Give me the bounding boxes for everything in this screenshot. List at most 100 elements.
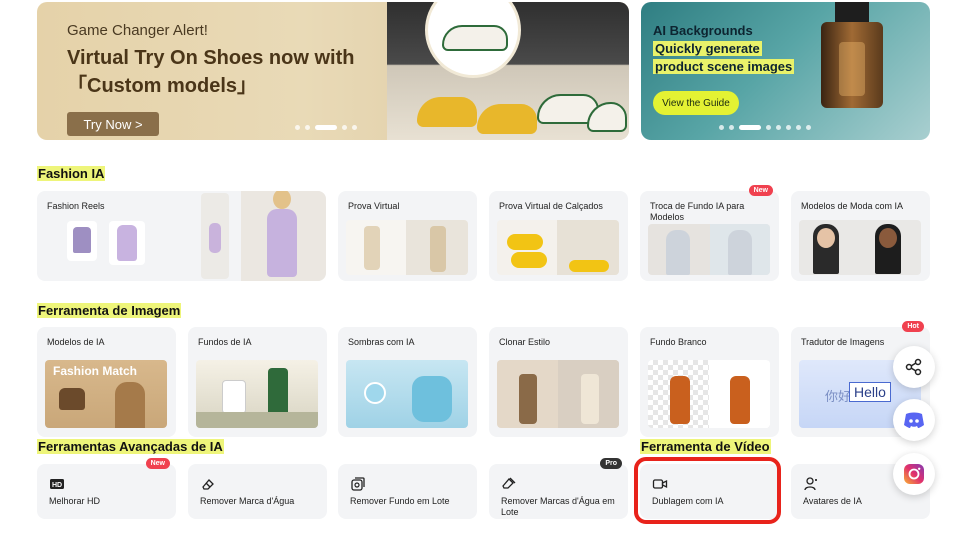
banner-virtual-try-on[interactable]: Game Changer Alert! Virtual Try On Shoes…: [37, 2, 629, 140]
carousel-dot-active[interactable]: [315, 125, 337, 130]
chinese-text: 你好: [825, 389, 852, 404]
carousel-dot[interactable]: [776, 125, 781, 130]
yellow-sneaker-image: [477, 104, 537, 134]
hot-badge: Hot: [902, 321, 924, 332]
carousel-dots[interactable]: [295, 125, 357, 130]
yellow-sneaker-image: [417, 97, 477, 127]
fashion-match-thumbnail: Fashion Match: [45, 360, 167, 428]
banner-side-line2: Quickly generate: [653, 41, 762, 56]
card-label: Clonar Estilo: [499, 337, 551, 347]
background-swap-thumbnail: [648, 224, 770, 275]
batch-cutout-icon: [351, 477, 365, 491]
dress-thumbnail: [67, 221, 97, 261]
banner-ai-backgrounds[interactable]: AI Backgrounds Quickly generate product …: [641, 2, 930, 140]
batch-eraser-icon: [502, 477, 516, 489]
carousel-dot[interactable]: [786, 125, 791, 130]
card-label: Fashion Reels: [47, 201, 105, 211]
card-fashion-reels[interactable]: Fashion Reels: [37, 191, 326, 281]
section-title-video-tools: Ferramenta de Vídeo: [640, 439, 771, 454]
card-label: Modelos de Moda com IA: [801, 201, 904, 211]
dress-thumbnail: [109, 221, 145, 265]
card-virtual-try-on[interactable]: Prova Virtual: [338, 191, 477, 281]
carousel-dot[interactable]: [806, 125, 811, 130]
card-label: Prova Virtual: [348, 201, 400, 211]
carousel-dot[interactable]: [729, 125, 734, 130]
section-title-advanced-tools: Ferramentas Avançadas de IA: [37, 439, 224, 454]
selection-highlight: [634, 457, 781, 524]
carousel-dot[interactable]: [342, 125, 347, 130]
page: Game Changer Alert! Virtual Try On Shoes…: [0, 0, 960, 536]
carousel-dot[interactable]: [796, 125, 801, 130]
carousel-dot-active[interactable]: [739, 125, 761, 130]
tool-batch-remove-watermarks[interactable]: Pro Remover Marcas d'Água em Lote: [489, 458, 628, 519]
banner-side-line1: AI Backgrounds: [653, 23, 753, 38]
tool-batch-remove-background[interactable]: Remover Fundo em Lote: [338, 464, 477, 519]
section-title-image-tools: Ferramenta de Imagem: [37, 303, 182, 318]
card-shoes-try-on[interactable]: Prova Virtual de Calçados: [489, 191, 628, 281]
clone-style-thumbnail: [497, 360, 619, 428]
fashion-match-text: Fashion Match: [53, 364, 138, 378]
tool-enhance-hd[interactable]: New HD Melhorar HD: [37, 458, 176, 519]
hello-text: Hello: [849, 382, 891, 402]
instagram-icon: [904, 464, 924, 484]
new-badge: New: [748, 185, 773, 196]
ai-backgrounds-thumbnail: [196, 360, 318, 428]
banner-side-title: AI Backgrounds Quickly generate product …: [653, 22, 795, 76]
banner-eyebrow: Game Changer Alert!: [67, 22, 208, 39]
tool-remove-watermark[interactable]: Remover Marca d'Água: [188, 464, 327, 519]
tool-label: Remover Fundo em Lote: [350, 496, 450, 506]
card-ai-models[interactable]: Modelos de IA Fashion Match: [37, 327, 176, 437]
model-strip: [201, 193, 229, 279]
fashion-models-thumbnail: [799, 220, 921, 275]
card-white-background[interactable]: Fundo Branco: [640, 327, 779, 437]
section-title-text: Ferramenta de Imagem: [37, 303, 182, 318]
tool-label: Remover Marcas d'Água em Lote: [501, 496, 615, 517]
carousel-dot[interactable]: [719, 125, 724, 130]
carousel-dot[interactable]: [352, 125, 357, 130]
white-background-thumbnail: [648, 360, 770, 428]
card-label: Fundo Branco: [650, 337, 707, 347]
carousel-dot[interactable]: [766, 125, 771, 130]
perfume-glow: [839, 42, 865, 96]
tool-label: Remover Marca d'Água: [200, 496, 295, 506]
carousel-dot[interactable]: [305, 125, 310, 130]
carousel-dots[interactable]: [719, 125, 811, 130]
share-button[interactable]: [893, 346, 935, 388]
shoe-thumbnail: [497, 220, 619, 275]
card-clone-style[interactable]: Clonar Estilo: [489, 327, 628, 437]
section-title-text: Ferramentas Avançadas de IA: [37, 439, 224, 454]
pro-badge: Pro: [600, 458, 622, 469]
tool-label: Avatares de IA: [803, 496, 862, 506]
card-label: Prova Virtual de Calçados: [499, 201, 603, 211]
ai-shadows-thumbnail: [346, 360, 468, 428]
instagram-button[interactable]: [893, 453, 935, 495]
card-fashion-models[interactable]: Modelos de Moda com IA: [791, 191, 930, 281]
share-icon: [905, 358, 922, 376]
section-title-fashion: Fashion IA: [37, 166, 106, 181]
carousel-dot[interactable]: [295, 125, 300, 130]
tool-label: Melhorar HD: [49, 496, 101, 506]
card-label: Fundos de IA: [198, 337, 252, 347]
hd-icon: HD: [50, 479, 64, 489]
card-label: Sombras com IA: [348, 337, 415, 347]
avatar-icon: [804, 477, 817, 491]
try-now-button[interactable]: Try Now >: [67, 112, 159, 136]
card-label: Modelos de IA: [47, 337, 105, 347]
card-model-background-swap[interactable]: New Troca de Fundo IA para Modelos: [640, 185, 779, 281]
svg-text:HD: HD: [52, 482, 62, 489]
card-label: Troca de Fundo IA para Modelos: [650, 201, 745, 222]
view-guide-button[interactable]: View the Guide: [653, 91, 739, 115]
section-title-text: Fashion IA: [37, 166, 106, 181]
discord-button[interactable]: [893, 399, 935, 441]
section-title-text: Ferramenta de Vídeo: [640, 439, 771, 454]
discord-icon: [904, 412, 924, 428]
try-on-thumbnail: [346, 220, 468, 275]
card-ai-shadows[interactable]: Sombras com IA: [338, 327, 477, 437]
card-ai-backgrounds[interactable]: Fundos de IA: [188, 327, 327, 437]
banner-side-line3: product scene images: [653, 59, 795, 74]
eraser-icon: [202, 479, 214, 490]
banner-title: Virtual Try On Shoes now with「Custom mod…: [67, 47, 355, 97]
model-reel-image: [241, 191, 326, 281]
new-badge: New: [145, 458, 170, 469]
card-label: Tradutor de Imagens: [801, 337, 885, 347]
